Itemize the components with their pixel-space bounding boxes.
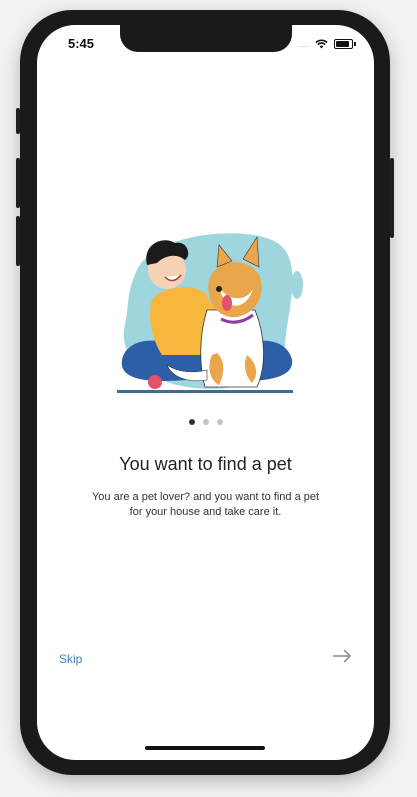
home-indicator[interactable] <box>145 746 265 750</box>
page-indicator <box>37 419 374 425</box>
volume-up-button <box>16 158 20 208</box>
notch <box>120 25 292 52</box>
volume-down-button <box>16 216 20 266</box>
pet-lover-illustration <box>117 233 303 393</box>
battery-icon <box>334 39 353 49</box>
onboarding-title: You want to find a pet <box>119 454 292 474</box>
silent-switch <box>16 108 20 134</box>
dog-nose <box>216 286 222 292</box>
status-time: 5:45 <box>68 36 95 51</box>
page-dot-1-active[interactable] <box>188 419 195 425</box>
page-dot-2[interactable] <box>202 419 209 425</box>
power-button <box>390 158 394 238</box>
onboarding-description: You are a pet lover? and you want to fin… <box>91 491 320 518</box>
status-icons: ..... <box>298 37 356 51</box>
arrow-right-icon[interactable] <box>331 648 353 664</box>
skip-button[interactable]: Skip <box>59 652 82 666</box>
cellular-signal-icon: ..... <box>297 39 309 49</box>
blob-small <box>291 271 303 299</box>
app-screen: 5:45 ..... You want to find a pet You ar… <box>37 25 374 760</box>
page-dot-3[interactable] <box>216 419 223 425</box>
ground-line <box>117 390 293 393</box>
ball-icon <box>148 375 162 389</box>
wifi-icon <box>315 39 328 49</box>
dog-tongue <box>222 295 232 311</box>
